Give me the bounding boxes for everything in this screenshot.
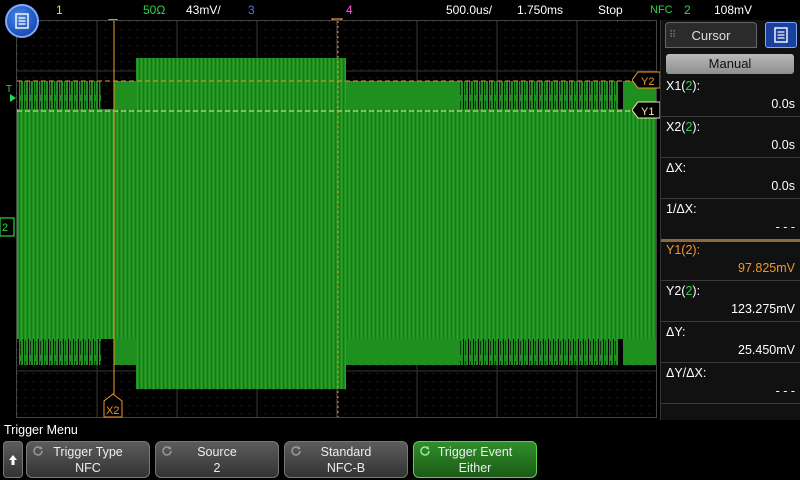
softkey-value: Either <box>458 461 492 475</box>
softkey-title: Trigger Type <box>53 445 123 459</box>
timebase-readout[interactable]: 500.0us/ <box>446 3 492 17</box>
svg-text:X2: X2 <box>106 405 119 417</box>
inv-delta-x-value: - - - <box>775 220 795 234</box>
arrow-up-icon <box>9 454 17 465</box>
svg-text:Y2: Y2 <box>641 76 654 88</box>
cursor-readout-y2: Y2(2): 123.275mV <box>661 281 800 322</box>
softkey-title: Source <box>197 445 237 459</box>
cursor-tab-label: Cursor <box>691 28 731 43</box>
cursor-readout-delta-y-over-delta-x: ΔY/ΔX: - - - <box>661 363 800 404</box>
cursor-mode-button[interactable]: Manual <box>666 54 794 74</box>
menu-title: Trigger Menu <box>4 423 78 437</box>
drag-grip-icon[interactable]: ⠿ <box>669 23 676 49</box>
delta-y-value: 25.450mV <box>738 343 795 357</box>
menu-up-button[interactable] <box>3 441 23 478</box>
list-icon <box>774 27 788 43</box>
cursor-readout-inv-delta-x: 1/ΔX: - - - <box>661 199 800 242</box>
y2-value: 123.275mV <box>731 302 795 316</box>
softkey-title: Standard <box>320 445 372 459</box>
waveform-graticule <box>17 21 656 417</box>
list-icon <box>15 13 29 29</box>
softkey-value: NFC-B <box>326 461 366 475</box>
softkey-trigger-event[interactable]: Trigger Event Either <box>413 441 537 478</box>
softkey-title: Trigger Event <box>437 445 513 459</box>
softkey-source[interactable]: Source 2 <box>155 441 279 478</box>
y1-value: 97.825mV <box>738 261 795 275</box>
cursor-readout-delta-x: ΔX: 0.0s <box>661 158 800 199</box>
run-state[interactable]: Stop <box>598 3 623 17</box>
tab-cursor[interactable]: ⠿ Cursor <box>665 22 757 48</box>
ch2-high-amplitude-segment <box>136 58 346 109</box>
softkey-standard[interactable]: Standard NFC-B <box>284 441 408 478</box>
left-markers: T 2 <box>0 84 16 237</box>
delta-x-value: 0.0s <box>771 179 795 193</box>
cursor-panel: ⠿ Cursor Manual X1(2): 0.0s X2(2): 0.0s … <box>660 20 800 420</box>
delay-readout[interactable]: 1.750ms <box>517 3 563 17</box>
ch2-impedance[interactable]: 50Ω <box>143 3 165 17</box>
cursor-readout-x2: X2(2): 0.0s <box>661 117 800 158</box>
trigger-source-readout[interactable]: 2 <box>684 3 691 17</box>
ch4-indicator[interactable]: 4 <box>346 3 353 17</box>
x2-marker[interactable]: X2 <box>102 393 126 419</box>
trigger-level-marker[interactable]: T <box>6 84 12 95</box>
ch2-scale[interactable]: 43mV/ <box>186 3 221 17</box>
x1-value: 0.0s <box>771 97 795 111</box>
y-cursor-tags: Y2 Y1 <box>632 71 661 119</box>
status-bar: 1 50Ω 43mV/ 3 4 500.0us/ 1.750ms Stop NF… <box>0 0 800 20</box>
x2-value: 0.0s <box>771 138 795 152</box>
softkey-trigger-type[interactable]: Trigger Type NFC <box>26 441 150 478</box>
cursor-readout-x1: X1(2): 0.0s <box>661 76 800 117</box>
softkey-value: NFC <box>75 461 101 475</box>
softkey-value: 2 <box>213 461 221 475</box>
delta-y-over-delta-x-value: - - - <box>775 384 795 398</box>
ch2-waveform-body <box>17 109 656 339</box>
softkey-menu: Trigger Menu Trigger Type NFC Source 2 S… <box>0 420 800 480</box>
cursor-readout-y1: Y1(2): 97.825mV <box>661 240 800 281</box>
main-menu-button[interactable] <box>5 4 39 38</box>
cursor-readout-delta-y: ΔY: 25.450mV <box>661 322 800 363</box>
waveform-display[interactable] <box>16 20 657 418</box>
svg-text:2: 2 <box>2 222 8 234</box>
trigger-level-readout[interactable]: 108mV <box>714 3 752 17</box>
trigger-type-readout[interactable]: NFC <box>650 4 673 16</box>
ch3-indicator[interactable]: 3 <box>248 3 255 17</box>
svg-text:Y1: Y1 <box>641 106 654 118</box>
panel-menu-button[interactable] <box>765 22 797 48</box>
ch1-indicator[interactable]: 1 <box>56 3 63 17</box>
